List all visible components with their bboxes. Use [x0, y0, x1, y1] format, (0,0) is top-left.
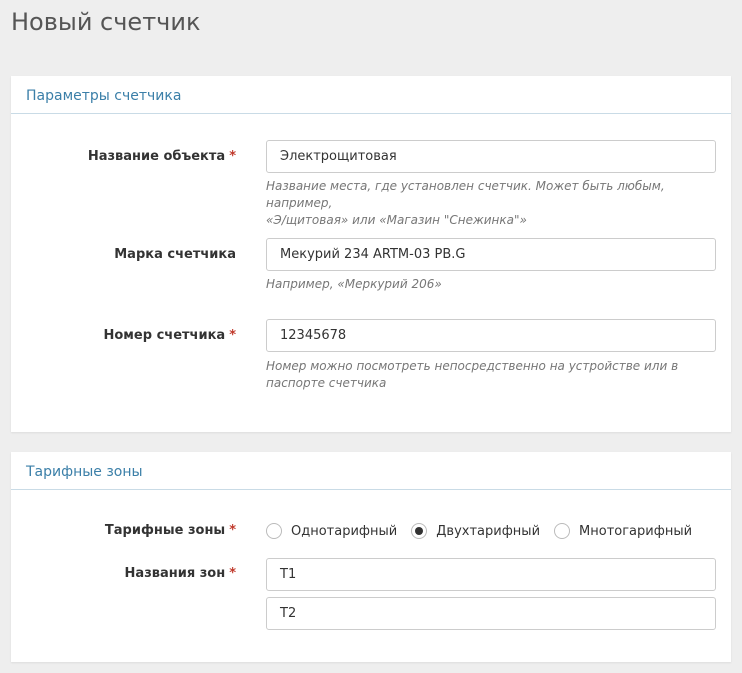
zone-name-input-1[interactable]: T1: [266, 558, 716, 591]
zone-names-label: Названия зон *: [125, 566, 236, 581]
tariff-zones-label-text: Тарифные зоны: [104, 523, 226, 538]
radio-button[interactable]: [266, 523, 282, 539]
object-name-input[interactable]: Электрощитовая: [266, 140, 716, 173]
radio-option-label: Двухтарифный: [436, 523, 541, 539]
meter-number-help-line1: Номер можно посмотреть непосредственно н…: [266, 359, 679, 373]
object-name-help-line1: Название места, где установлен счетчик. …: [266, 179, 665, 210]
params-panel: Параметры счетчика Название объекта * Эле…: [11, 76, 731, 432]
required-mark: *: [229, 566, 236, 581]
zone-name-value-2: T2: [280, 606, 297, 621]
radio-button[interactable]: [554, 523, 571, 539]
tariff-panel-heading: Тарифные зоны: [11, 452, 731, 490]
meter-number-input[interactable]: 12345678: [266, 319, 716, 352]
meter-number-label-text: Номер счетчика: [103, 328, 226, 343]
object-name-label: Название объекта *: [88, 149, 236, 164]
object-name-help: Название места, где установлен счетчик. …: [266, 178, 716, 229]
params-panel-heading: Параметры счетчика: [11, 76, 731, 114]
page-title: Новый счетчик: [11, 8, 201, 36]
object-name-label-text: Название объекта: [87, 149, 226, 164]
radio-option-two-tariff[interactable]: Двухтарифный: [411, 523, 540, 539]
meter-brand-help: Например, «Меркурий 206»: [266, 277, 442, 291]
radio-button-checked[interactable]: [411, 523, 428, 539]
meter-brand-input[interactable]: Мекурий 234 ARTM-03 PB.G: [266, 238, 716, 271]
zone-name-value-1: T1: [280, 567, 297, 582]
object-name-help-line2: «Э/щитовая» или «Магазин "Снежинка"»: [266, 213, 527, 227]
meter-brand-label: Марка счетчика: [114, 247, 236, 262]
radio-option-label: Однотарифный: [291, 523, 398, 539]
zone-names-label-text: Названия зон: [124, 566, 226, 581]
required-mark: *: [229, 328, 236, 343]
object-name-value: Электрощитовая: [280, 149, 397, 164]
required-mark: *: [229, 523, 236, 538]
required-mark: *: [229, 149, 236, 164]
zone-name-input-2[interactable]: T2: [266, 597, 716, 630]
tariff-panel: Тарифные зоны Тарифные зоны * Однотарифны…: [11, 452, 731, 662]
meter-brand-label-text: Марка счетчика: [114, 247, 236, 262]
radio-option-multi-tariff[interactable]: Мнотогарифный: [554, 523, 692, 539]
meter-number-help: Номер можно посмотреть непосредственно н…: [266, 358, 716, 392]
meter-number-label: Номер счетчика *: [103, 328, 236, 343]
meter-number-help-line2: паспорте счетчика: [266, 376, 387, 390]
meter-brand-value: Мекурий 234 ARTM-03 PB.G: [280, 247, 466, 262]
meter-number-value: 12345678: [280, 328, 347, 343]
tariff-zones-radio-group: Однотарифный Двухтарифный Мнотогарифный: [266, 523, 706, 539]
radio-option-label: Мнотогарифный: [579, 523, 693, 539]
tariff-zones-label: Тарифные зоны *: [105, 523, 236, 538]
radio-option-single-tariff[interactable]: Однотарифный: [266, 523, 397, 539]
